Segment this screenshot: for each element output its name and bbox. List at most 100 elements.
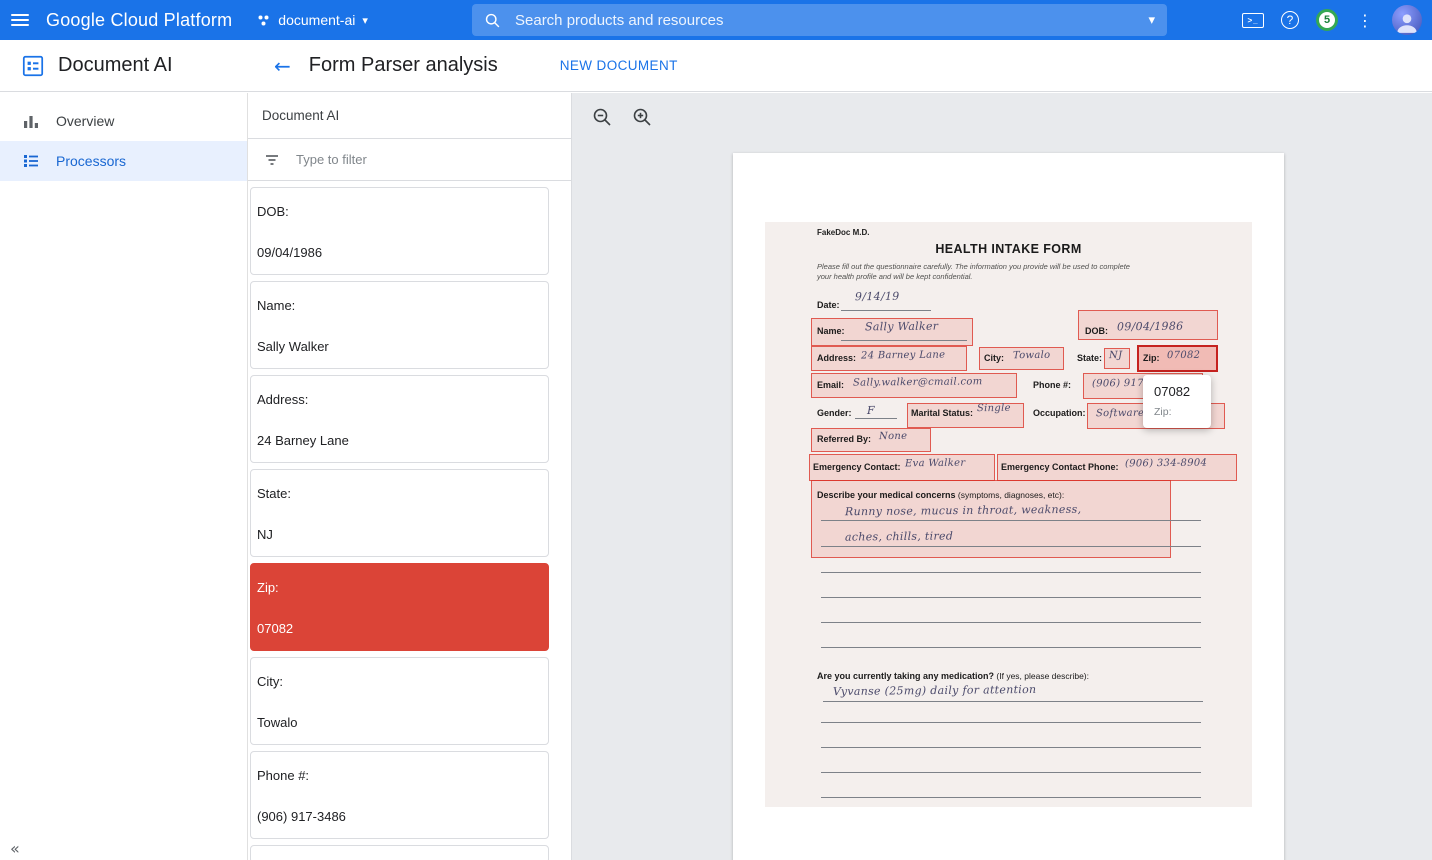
concerns-text-1: Runny nose, mucus in throat, weakness, — [845, 503, 1082, 518]
gcp-logo[interactable]: Google Cloud Platform — [46, 10, 232, 31]
field-value: NJ — [257, 527, 540, 543]
occupation-label: Occupation: — [1033, 408, 1086, 418]
medication-label-rest: (If yes, please describe): — [994, 671, 1089, 681]
viewer-toolbar — [572, 93, 1432, 141]
date-label: Date: — [817, 300, 840, 310]
gcp-topbar: Google Cloud Platform document-ai ▾ ▾ >_… — [0, 0, 1432, 40]
tooltip-value: 07082 — [1154, 384, 1200, 399]
field-value: 07082 — [257, 621, 540, 637]
field-value: 24 Barney Lane — [257, 433, 540, 449]
tooltip-label: Zip: — [1154, 406, 1200, 418]
city-label: City: — [984, 353, 1004, 363]
medication-line — [823, 701, 1203, 702]
new-document-button[interactable]: NEW DOCUMENT — [560, 58, 678, 73]
product-block: Document AI — [0, 53, 248, 79]
name-label: Name: — [817, 326, 845, 336]
field-value: Towalo — [257, 715, 540, 731]
sidebar-item-overview[interactable]: Overview — [0, 101, 247, 141]
field-label: City: — [257, 674, 540, 690]
notifications-badge[interactable]: 5 — [1316, 9, 1338, 31]
sidebar-item-label: Overview — [56, 113, 114, 129]
cloud-shell-icon[interactable]: >_ — [1242, 13, 1264, 28]
field-card[interactable] — [250, 845, 549, 860]
emergency-phone-label: Emergency Contact Phone: — [1001, 462, 1119, 472]
medication-label-bold: Are you currently taking any medication? — [817, 671, 994, 681]
field-card-address[interactable]: Address: 24 Barney Lane — [250, 375, 549, 463]
page-title: Form Parser analysis — [309, 54, 498, 77]
concerns-label-bold: Describe your medical concerns — [817, 490, 956, 500]
email-value: Sally.walker@cmail.com — [853, 376, 983, 388]
form-instructions: your health profile and will be kept con… — [817, 272, 973, 281]
product-title: Document AI — [58, 54, 173, 77]
address-label: Address: — [817, 353, 856, 363]
field-label: Phone #: — [257, 768, 540, 784]
emergency-phone-value: (906) 334-8904 — [1125, 458, 1207, 470]
field-card-phone[interactable]: Phone #: (906) 917-3486 — [250, 751, 549, 839]
marital-value: Single — [977, 403, 1011, 414]
field-value: 09/04/1986 — [257, 245, 540, 261]
gender-label: Gender: — [817, 408, 852, 418]
sidebar-item-label: Processors — [56, 153, 126, 169]
referred-label: Referred By: — [817, 434, 871, 444]
medication-label: Are you currently taking any medication?… — [817, 666, 1089, 684]
email-label: Email: — [817, 380, 844, 390]
concerns-line — [821, 520, 1201, 521]
field-card-city[interactable]: City: Towalo — [250, 657, 549, 745]
clinic-name: FakeDoc M.D. — [817, 228, 869, 237]
concerns-text-2: aches, chills, tired — [845, 529, 953, 543]
document-page: FakeDoc M.D. HEALTH INTAKE FORM Please f… — [733, 153, 1284, 860]
blank-line — [821, 747, 1201, 748]
zip-label: Zip: — [1143, 353, 1160, 363]
sidebar: Overview Processors — [0, 93, 248, 860]
medication-value: Vyvanse (25mg) daily for attention — [833, 683, 1037, 698]
blank-line — [821, 572, 1201, 573]
field-label: Address: — [257, 392, 540, 408]
document-viewer: FakeDoc M.D. HEALTH INTAKE FORM Please f… — [572, 93, 1432, 860]
state-value: NJ — [1109, 350, 1122, 361]
project-selector[interactable]: document-ai ▾ — [256, 12, 368, 28]
search-input[interactable] — [513, 11, 1148, 30]
search-chevron-down-icon[interactable]: ▾ — [1148, 14, 1155, 27]
field-label: Zip: — [257, 580, 540, 596]
field-card-dob[interactable]: DOB: 09/04/1986 — [250, 187, 549, 275]
name-line — [841, 340, 967, 341]
field-card-state[interactable]: State: NJ — [250, 469, 549, 557]
field-card-zip-selected[interactable]: Zip: 07082 — [250, 563, 549, 651]
occupation-value: Software — [1096, 408, 1144, 420]
gender-line — [855, 418, 897, 419]
avatar[interactable] — [1392, 5, 1422, 35]
collapse-nav-icon[interactable]: « — [10, 839, 20, 858]
project-icon — [256, 13, 271, 28]
date-line — [841, 310, 931, 311]
dob-value: 09/04/1986 — [1117, 320, 1184, 334]
zoom-out-icon[interactable] — [590, 105, 614, 129]
overflow-menu-icon[interactable]: ⋮ — [1355, 11, 1375, 30]
concerns-label-rest: (symptoms, diagnoses, etc): — [956, 490, 1065, 500]
project-name: document-ai — [278, 12, 355, 28]
address-value: 24 Barney Lane — [861, 350, 945, 362]
zoom-in-icon[interactable] — [630, 105, 654, 129]
zip-value: 07082 — [1167, 350, 1200, 361]
field-list: DOB: 09/04/1986 Name: Sally Walker Addre… — [248, 181, 571, 860]
field-label: State: — [257, 486, 540, 502]
field-label: DOB: — [257, 204, 540, 220]
help-icon[interactable]: ? — [1281, 11, 1299, 29]
field-tooltip: 07082 Zip: — [1143, 375, 1211, 428]
field-card-name[interactable]: Name: Sally Walker — [250, 281, 549, 369]
blank-line — [821, 722, 1201, 723]
global-search[interactable]: ▾ — [472, 4, 1167, 36]
panel-title: Document AI — [248, 93, 571, 139]
filter-input[interactable] — [294, 151, 571, 168]
filter-row[interactable] — [248, 139, 571, 181]
search-icon — [484, 12, 501, 29]
blank-line — [821, 772, 1201, 773]
blank-line — [821, 622, 1201, 623]
field-label: Name: — [257, 298, 540, 314]
menu-icon[interactable] — [0, 0, 40, 40]
back-arrow-icon[interactable]: ← — [274, 54, 291, 78]
date-value: 9/14/19 — [855, 290, 900, 303]
sidebar-item-processors[interactable]: Processors — [0, 141, 247, 181]
chevron-down-icon: ▾ — [362, 15, 368, 26]
overview-chart-icon — [22, 112, 40, 130]
name-value: Sally Walker — [865, 320, 938, 334]
